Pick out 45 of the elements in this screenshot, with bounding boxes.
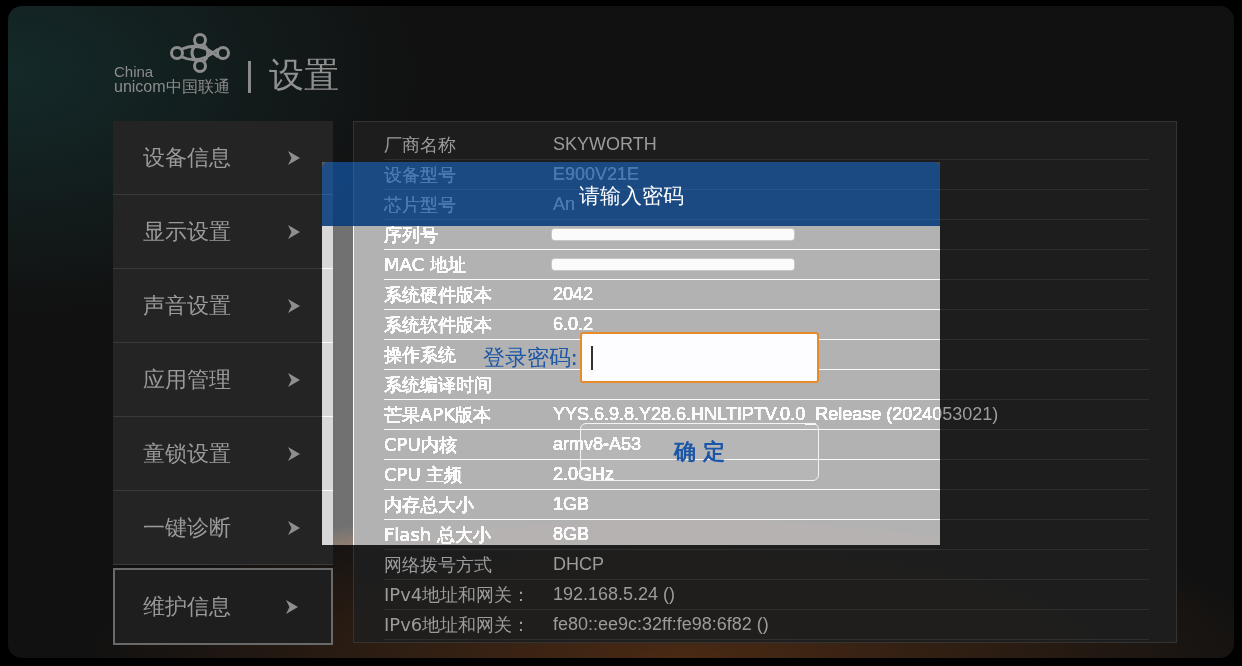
dialog-title: 请输入密码: [578, 183, 684, 210]
info-value: 2042: [553, 284, 594, 305]
info-label: 网络拨号方式: [384, 552, 492, 577]
chevron-right-icon: [286, 599, 298, 614]
sidebar-item[interactable]: 设备信息: [113, 121, 333, 195]
logo-text: China: [114, 64, 154, 79]
info-value: 8GB: [553, 524, 590, 545]
chevron-right-icon: [288, 520, 300, 535]
chevron-right-icon: [288, 446, 300, 461]
info-label: IPv6地址和网关：: [384, 612, 531, 637]
chevron-right-icon: [288, 224, 300, 239]
chevron-right-icon: [288, 372, 300, 387]
knot-logo-icon: [170, 33, 230, 73]
sidebar-item[interactable]: 声音设置: [113, 269, 333, 343]
info-label: IPv4地址和网关：: [384, 582, 531, 607]
info-label: MAC 地址: [384, 252, 466, 277]
info-label: 系统硬件版本: [384, 282, 492, 307]
info-value: 192.168.5.24 (): [553, 584, 676, 605]
page-title: 设置: [269, 55, 339, 95]
sidebar-item[interactable]: 显示设置: [113, 195, 333, 269]
info-value: 6.0.2: [553, 314, 594, 335]
text-cursor-icon: [591, 345, 593, 370]
info-label: CPU 主频: [384, 462, 463, 487]
info-value: 1GB: [553, 494, 590, 515]
info-label: 操作系统: [384, 342, 456, 367]
info-label: Flash 总大小: [384, 522, 491, 547]
chevron-right-icon: [288, 150, 300, 165]
info-label: 芒果APK版本: [384, 402, 491, 427]
info-value: DHCP: [553, 554, 604, 575]
info-value: SKYWORTH: [553, 134, 657, 155]
info-label: CPU内核: [384, 432, 457, 457]
info-label: 系统软件版本: [384, 312, 492, 337]
info-label: 系统编译时间: [384, 372, 492, 397]
logo-text: unicom中国联通: [114, 79, 230, 95]
info-label: 内存总大小: [384, 492, 474, 517]
field-label: 登录密码:: [482, 343, 579, 372]
sidebar-item[interactable]: 应用管理: [113, 343, 333, 417]
info-value: fe80::ee9c:32ff:fe98:6f82 (): [553, 614, 769, 635]
sidebar-item[interactable]: 一键诊断: [113, 491, 333, 565]
sidebar-item[interactable]: 童锁设置: [113, 417, 333, 491]
chevron-right-icon: [288, 298, 300, 313]
sidebar-item[interactable]: 维护信息: [113, 568, 333, 645]
password-field[interactable]: [580, 332, 819, 383]
info-label: 厂商名称: [384, 132, 456, 157]
info-label: 序列号: [384, 222, 438, 247]
